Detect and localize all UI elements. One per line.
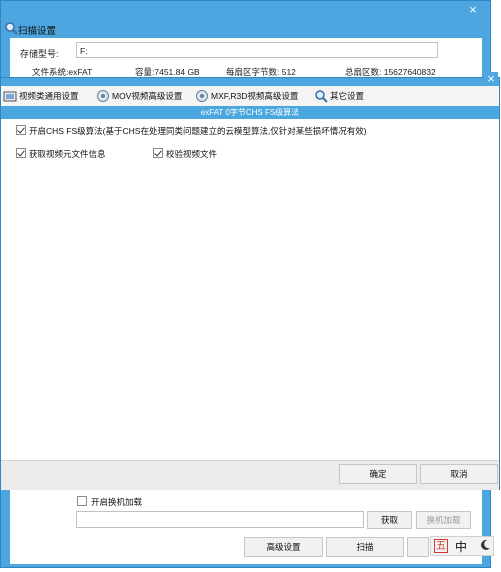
tab-other-settings[interactable]: 其它设置 [314, 88, 364, 104]
tab-video-general[interactable]: 视频类通用设置 [3, 88, 79, 104]
close-icon[interactable]: × [484, 72, 498, 86]
cancel-button[interactable]: 取消 [420, 464, 498, 484]
moon-icon[interactable] [479, 539, 491, 551]
mov-icon [97, 90, 109, 102]
tab-label: MXF,R3D视频高级设置 [211, 91, 299, 101]
close-icon[interactable]: × [466, 3, 480, 17]
window-title: 扫描设置 [18, 26, 57, 37]
tab-label: 其它设置 [330, 91, 365, 101]
video-metadata-label: 获取视频元文件信息 [29, 149, 106, 159]
ime-wubi-indicator[interactable]: 五 [434, 539, 448, 553]
video-icon [3, 91, 17, 102]
tab-mxf-r3d-advanced[interactable]: MXF,R3D视频高级设置 [195, 88, 298, 104]
verify-video-checkbox[interactable] [153, 148, 163, 158]
mxf-icon [196, 90, 208, 102]
fetch-button[interactable]: 获取 [367, 511, 412, 529]
storage-label: 存储型号: [20, 49, 59, 59]
advanced-settings-button[interactable]: 高级设置 [244, 537, 323, 557]
tab-label: MOV视频高级设置 [112, 91, 183, 101]
chs-algorithm-checkbox[interactable] [16, 125, 26, 135]
chs-algorithm-label: 开启CHS FS级算法(基于CHS在处理同类问题建立的云模型算法,仅针对某些损坏… [29, 126, 367, 136]
storage-input[interactable]: F: [76, 42, 438, 58]
hot-load-path-input[interactable] [76, 511, 364, 528]
magnifier-icon [315, 90, 328, 103]
algorithm-subtitle: exFAT 0字节CHS FS级算法 [1, 106, 499, 119]
ok-button[interactable]: 确定 [339, 464, 417, 484]
hot-load-checkbox[interactable] [77, 496, 87, 506]
hot-load-label: 开启换机加载 [91, 497, 143, 507]
video-settings-dialog [0, 77, 500, 490]
magnifier-icon [5, 22, 18, 35]
partial-button[interactable] [407, 537, 429, 557]
tab-label: 视频类通用设置 [19, 91, 79, 101]
video-metadata-checkbox[interactable] [16, 148, 26, 158]
dialog-titlebar [1, 78, 499, 86]
scan-button[interactable]: 扫描 [326, 537, 404, 557]
verify-video-label: 校验视频文件 [166, 149, 218, 159]
tab-mov-advanced[interactable]: MOV视频高级设置 [96, 88, 182, 104]
ime-chinese-mode[interactable]: 中 [455, 538, 467, 555]
hot-load-button[interactable]: 换机加载 [416, 511, 471, 529]
